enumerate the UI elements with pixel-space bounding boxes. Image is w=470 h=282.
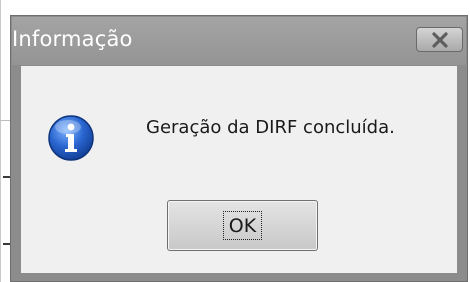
dialog-body: Geração da DIRF concluída. OK (21, 66, 457, 273)
dialog-titlebar[interactable]: Informação (12, 17, 466, 65)
focus-rectangle: OK (223, 211, 262, 240)
dialog-title: Informação (12, 27, 133, 51)
background-divider (3, 243, 10, 245)
ok-button[interactable]: OK (167, 200, 318, 251)
ok-button-label: OK (228, 214, 257, 237)
background-divider (0, 120, 10, 121)
background-divider (0, 0, 1, 282)
background-divider (3, 176, 10, 178)
info-dialog: Informação Geração da DIRF concluída. OK (10, 15, 468, 282)
info-icon (48, 115, 94, 161)
close-button[interactable] (416, 27, 463, 52)
close-x-icon (431, 31, 448, 48)
dialog-message: Geração da DIRF concluída. (146, 117, 395, 138)
